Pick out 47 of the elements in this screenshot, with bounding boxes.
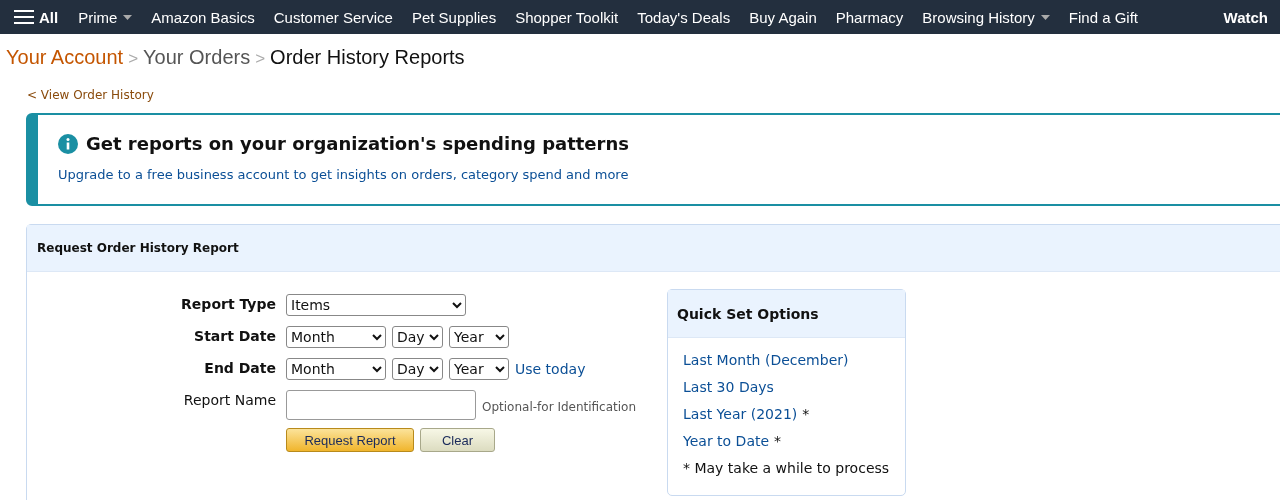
field-label: Report Type [180, 295, 276, 314]
breadcrumb-separator: > [255, 49, 266, 69]
breadcrumb-link[interactable]: Order History Reports [270, 46, 465, 69]
field-label: Report Name [182, 391, 276, 410]
breadcrumb-link[interactable]: Your Account [6, 46, 124, 69]
footnote: * May take a while to process [683, 460, 891, 476]
panel-title: Request Order History Report [37, 241, 239, 255]
asterisk: * [774, 433, 782, 449]
nav-link[interactable]: Pet Supplies [411, 8, 497, 26]
field-label: End Date [203, 359, 276, 378]
all-menu-button[interactable]: All [14, 8, 59, 26]
use-today-link[interactable]: Use today [515, 361, 586, 377]
banner-title: Get reports on your organization's spending patterns [86, 133, 629, 154]
breadcrumb-separator: > [128, 49, 139, 69]
nav-link[interactable]: Customer Service [273, 8, 393, 26]
report-type-select[interactable]: Items [286, 294, 466, 316]
report-name-field[interactable] [286, 390, 476, 420]
date-select[interactable]: Month [286, 358, 386, 380]
date-select[interactable]: Year [449, 326, 509, 348]
nav-link[interactable]: Find a Gift [1068, 8, 1139, 26]
upgrade-link[interactable]: Upgrade to a free business account to get insights on orders, category spend and more [58, 167, 629, 182]
quick-set-link[interactable]: Last Year (2021) [683, 406, 798, 422]
clear-button[interactable]: Clear [420, 428, 495, 452]
field-label: Start Date [193, 327, 276, 346]
quick-set-link[interactable]: Year to Date [683, 433, 770, 449]
nav-link[interactable]: Watch [1223, 8, 1268, 26]
info-icon [58, 133, 78, 154]
nav-link[interactable]: Shopper Toolkit [515, 8, 619, 26]
request-report-button[interactable]: Request Report [286, 428, 414, 452]
date-select[interactable]: Month [286, 326, 386, 348]
date-select[interactable]: Year [449, 358, 509, 380]
field-hint: Optional-for Identification [482, 399, 637, 414]
nav-link[interactable]: Pharmacy [835, 8, 904, 26]
menu-icon [14, 9, 34, 25]
quick-set-link[interactable]: Last 30 Days [683, 379, 774, 395]
quick-set-link[interactable]: Last Month (December) [683, 352, 849, 368]
nav-link[interactable]: Prime [78, 8, 133, 26]
nav-link[interactable]: Buy Again [749, 8, 817, 26]
nav-link[interactable]: Amazon Basics [151, 8, 255, 26]
asterisk: * [802, 406, 810, 422]
breadcrumb-link[interactable]: Your Orders [143, 46, 251, 69]
date-select[interactable]: Day [392, 326, 443, 348]
nav-link[interactable]: Browsing History [922, 8, 1050, 26]
back-link[interactable]: < View Order History [27, 88, 154, 102]
nav-link[interactable]: Today's Deals [637, 8, 731, 26]
date-select[interactable]: Day [392, 358, 443, 380]
card-title: Quick Set Options [677, 305, 819, 322]
